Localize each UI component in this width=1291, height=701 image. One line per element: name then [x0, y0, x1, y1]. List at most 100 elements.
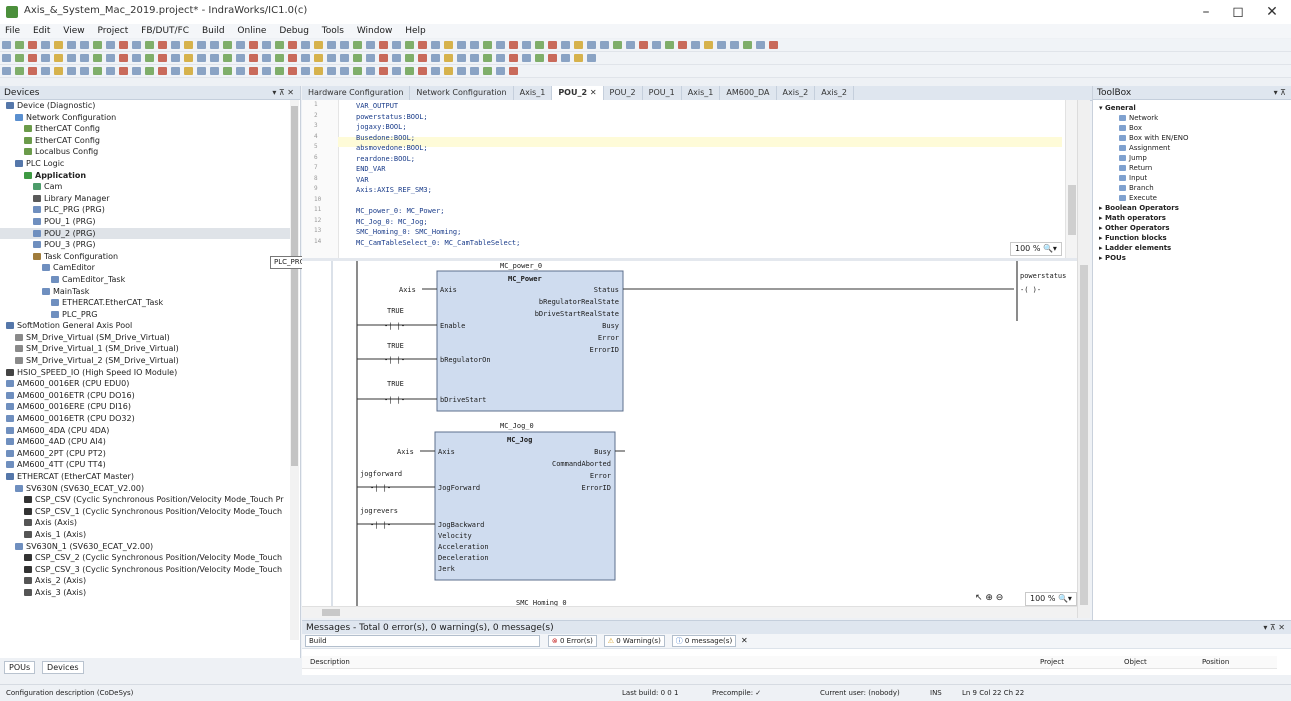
toolbar-button-icon[interactable]	[145, 54, 154, 62]
toolbar-button-icon[interactable]	[769, 41, 778, 49]
toolbar-button-icon[interactable]	[431, 67, 440, 75]
toolbar-button-icon[interactable]	[249, 54, 258, 62]
toolbar-button-icon[interactable]	[470, 54, 479, 62]
tree-item[interactable]: SM_Drive_Virtual_2 (SM_Drive_Virtual)	[0, 355, 290, 367]
toolbar-button-icon[interactable]	[522, 54, 531, 62]
tree-item[interactable]: Localbus Config	[0, 146, 290, 158]
toolbar-button-icon[interactable]	[28, 67, 37, 75]
toolbar-button-icon[interactable]	[288, 41, 297, 49]
toolbar-button-icon[interactable]	[262, 67, 271, 75]
toolbar-button-icon[interactable]	[678, 41, 687, 49]
toolbar-button-icon[interactable]	[457, 41, 466, 49]
editor-tab[interactable]: POU_2 ✕	[552, 86, 604, 100]
toolbar-button-icon[interactable]	[444, 67, 453, 75]
toolbar-button-icon[interactable]	[483, 41, 492, 49]
toolbar-button-icon[interactable]	[327, 54, 336, 62]
menu-edit[interactable]: Edit	[28, 24, 55, 38]
toolbar-button-icon[interactable]	[483, 54, 492, 62]
toolbar-button-icon[interactable]	[158, 54, 167, 62]
toolbar-button-icon[interactable]	[574, 41, 583, 49]
menu-fb-dut-fc[interactable]: FB/DUT/FC	[136, 24, 194, 38]
toolbar-button-icon[interactable]	[93, 67, 102, 75]
tree-item[interactable]: HSIO_SPEED_IO (High Speed IO Module)	[0, 367, 290, 379]
toolbar-button-icon[interactable]	[67, 67, 76, 75]
coil-symbol[interactable]: -( )-	[1020, 286, 1041, 294]
toolbar-button-icon[interactable]	[28, 54, 37, 62]
code-line[interactable]: absmovedone:BOOL;	[356, 143, 428, 153]
filter-messages[interactable]: ⓘ 0 message(s)	[671, 635, 737, 647]
toolbar-button-icon[interactable]	[67, 54, 76, 62]
tree-item[interactable]: ETHERCAT.EtherCAT_Task	[0, 297, 290, 309]
toolbar-button-icon[interactable]	[509, 41, 518, 49]
tree-item[interactable]: AM600_4DA (CPU 4DA)	[0, 425, 290, 437]
toolbar-button-icon[interactable]	[366, 67, 375, 75]
toolbar-button-icon[interactable]	[548, 54, 557, 62]
toolbox-category[interactable]: ▸ Boolean Operators	[1099, 203, 1291, 213]
menu-file[interactable]: File	[0, 24, 25, 38]
toolbar-button-icon[interactable]	[41, 41, 50, 49]
tree-item[interactable]: AM600_0016ETR (CPU DO16)	[0, 390, 290, 402]
close-tab-icon[interactable]: ✕	[587, 88, 597, 97]
toolbar-button-icon[interactable]	[119, 54, 128, 62]
toolbar-button-icon[interactable]	[197, 41, 206, 49]
toolbar-button-icon[interactable]	[730, 41, 739, 49]
tree-item[interactable]: Cam	[0, 181, 290, 193]
code-line[interactable]: MC_power_0: MC_Power;	[356, 206, 445, 216]
toolbar-button-icon[interactable]	[158, 41, 167, 49]
toolbar-button-icon[interactable]	[119, 67, 128, 75]
toolbar-button-icon[interactable]	[262, 41, 271, 49]
toolbar-button-icon[interactable]	[80, 54, 89, 62]
tree-item[interactable]: SoftMotion General Axis Pool	[0, 320, 290, 332]
toolbar-button-icon[interactable]	[470, 41, 479, 49]
pin-icon[interactable]: ▾ ⊼ ✕	[1263, 621, 1285, 635]
toolbar-button-icon[interactable]	[327, 67, 336, 75]
toolbar-button-icon[interactable]	[15, 41, 24, 49]
tree-item[interactable]: MainTask	[0, 286, 290, 298]
toolbox-category-general[interactable]: ▾ General	[1099, 103, 1291, 113]
menu-online[interactable]: Online	[232, 24, 271, 38]
tree-item[interactable]: AM600_0016ERE (CPU DI16)	[0, 401, 290, 413]
column-project[interactable]: Project	[1040, 656, 1064, 668]
editor-tab[interactable]: POU_2	[604, 86, 643, 100]
tree-item[interactable]: PLC_PRG	[0, 309, 290, 321]
column-position[interactable]: Position	[1202, 656, 1229, 668]
editor-tab[interactable]: Axis_1	[682, 86, 721, 100]
toolbar-button-icon[interactable]	[171, 41, 180, 49]
menu-debug[interactable]: Debug	[274, 24, 314, 38]
toolbar-button-icon[interactable]	[561, 41, 570, 49]
toolbox-category[interactable]: ▸ Function blocks	[1099, 233, 1291, 243]
toolbar-button-icon[interactable]	[392, 67, 401, 75]
tree-item[interactable]: CamEditor	[0, 262, 290, 274]
toolbar-button-icon[interactable]	[652, 41, 661, 49]
toolbar-button-icon[interactable]	[210, 41, 219, 49]
toolbar-button-icon[interactable]	[132, 54, 141, 62]
tree-item[interactable]: SV630N_1 (SV630_ECAT_V2.00)	[0, 541, 290, 553]
toolbar-button-icon[interactable]	[2, 41, 11, 49]
filter-errors[interactable]: ⊗ 0 Error(s)	[547, 635, 597, 647]
toolbar-button-icon[interactable]	[184, 54, 193, 62]
tree-item[interactable]: AM600_0016ETR (CPU DO32)	[0, 413, 290, 425]
toolbar-button-icon[interactable]	[366, 54, 375, 62]
menu-window[interactable]: Window	[352, 24, 398, 38]
toolbar-button-icon[interactable]	[158, 67, 167, 75]
declaration-zoom[interactable]: 100 % 🔍▾	[1010, 242, 1062, 256]
toolbar-button-icon[interactable]	[184, 41, 193, 49]
toolbar-button-icon[interactable]	[236, 41, 245, 49]
column-description[interactable]: Description	[310, 656, 350, 668]
toolbar-button-icon[interactable]	[665, 41, 674, 49]
contact-symbol[interactable]: -| |-	[384, 396, 405, 404]
toolbar-button-icon[interactable]	[457, 67, 466, 75]
tab-devices[interactable]: Devices	[42, 661, 84, 674]
toolbar-button-icon[interactable]	[15, 67, 24, 75]
toolbar-button-icon[interactable]	[106, 54, 115, 62]
tree-item[interactable]: Task Configuration	[0, 251, 290, 263]
toolbox-category[interactable]: ▸ POUs	[1099, 253, 1291, 263]
toolbar-button-icon[interactable]	[106, 67, 115, 75]
toolbar-button-icon[interactable]	[67, 41, 76, 49]
tree-item[interactable]: PLC Logic	[0, 158, 290, 170]
device-tree-scrollbar[interactable]	[290, 100, 299, 640]
tree-item[interactable]: EtherCAT Config	[0, 123, 290, 135]
code-line[interactable]: powerstatus:BOOL;	[356, 112, 428, 122]
toolbar-button-icon[interactable]	[600, 41, 609, 49]
toolbar-button-icon[interactable]	[223, 67, 232, 75]
